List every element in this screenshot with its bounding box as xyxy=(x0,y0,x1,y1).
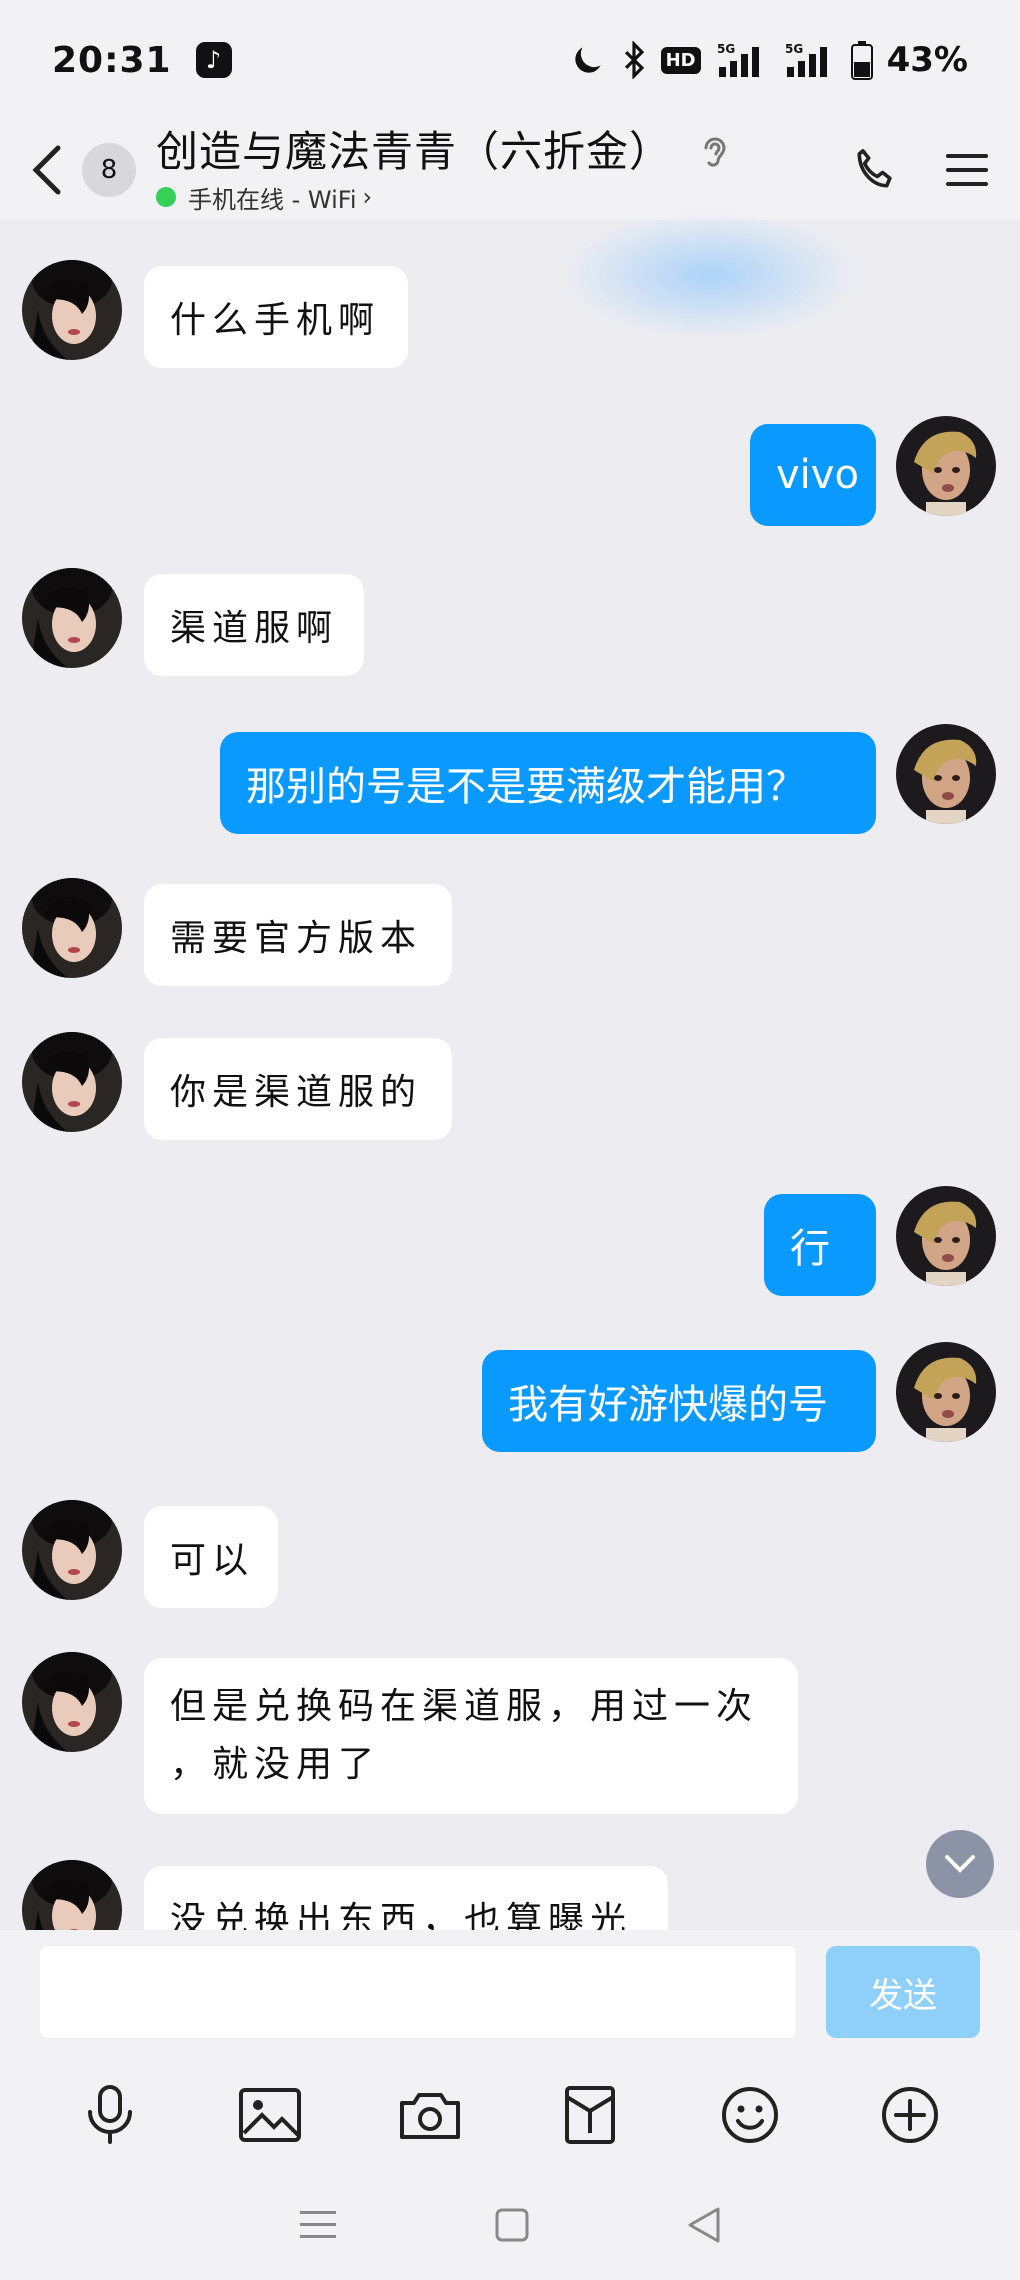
menu-icon[interactable] xyxy=(944,150,990,190)
camera-button[interactable] xyxy=(390,2075,470,2155)
bluetooth-icon xyxy=(624,41,644,79)
message-bubble[interactable]: 你是渠道服的 xyxy=(144,1038,452,1140)
message-text: 你是渠道服的 xyxy=(170,1072,423,1113)
contact-avatar[interactable] xyxy=(22,1032,122,1132)
contact-avatar[interactable] xyxy=(22,1652,122,1752)
message-bubble[interactable]: 什么手机啊 xyxy=(144,266,408,368)
status-bar: 20:31 ♪ HD 5G 5G 43% xyxy=(0,0,1020,120)
home-icon[interactable] xyxy=(494,2207,530,2243)
my-avatar[interactable] xyxy=(896,416,996,516)
battery-percent: 43% xyxy=(886,40,968,80)
camera-icon xyxy=(400,2093,460,2139)
message-bubble[interactable]: 但是兑换码在渠道服，用过一次 ，就没用了 xyxy=(144,1658,798,1814)
recents-icon[interactable] xyxy=(298,2208,338,2242)
back-icon xyxy=(32,145,61,195)
chat-title: 创造与魔法青青（六折金） xyxy=(156,126,673,176)
status-time: 20:31 xyxy=(52,39,172,81)
message-text: 没兑换出东西，也算曝光 xyxy=(170,1900,633,1930)
message-bubble[interactable]: 行 xyxy=(764,1194,876,1296)
image-button[interactable] xyxy=(230,2075,310,2155)
chat-header: 8 创造与魔法青青（六折金） 手机在线 - WiFi › xyxy=(0,120,1020,340)
voice-button[interactable] xyxy=(70,2075,150,2155)
contact-avatar[interactable] xyxy=(22,878,122,978)
message-text: 什么手机啊 xyxy=(170,300,381,341)
message-bubble[interactable]: 渠道服啊 xyxy=(144,574,364,676)
my-avatar[interactable] xyxy=(896,1186,996,1286)
online-indicator xyxy=(156,187,176,207)
message-bubble[interactable]: 可以 xyxy=(144,1506,278,1608)
ear-icon[interactable] xyxy=(700,132,730,172)
outgoing-message: vivo xyxy=(0,416,1020,526)
message-bubble[interactable]: 需要官方版本 xyxy=(144,884,452,986)
incoming-message: 什么手机啊 xyxy=(0,260,1020,368)
message-text: 需要官方版本 xyxy=(170,918,423,959)
hd-voice-badge: HD xyxy=(660,46,701,74)
message-input[interactable] xyxy=(40,1946,796,2038)
svg-text:5G: 5G xyxy=(785,42,803,56)
my-avatar[interactable] xyxy=(896,1342,996,1442)
mic-icon xyxy=(88,2085,132,2144)
system-navigation-bar xyxy=(0,2170,1020,2280)
back-nav-icon[interactable] xyxy=(686,2205,722,2245)
svg-text:5G: 5G xyxy=(717,42,735,56)
status-icons: HD 5G 5G 43% xyxy=(569,40,968,80)
send-button[interactable]: 发送 xyxy=(826,1946,980,2038)
message-bubble[interactable]: vivo xyxy=(750,424,876,526)
incoming-message: 但是兑换码在渠道服，用过一次 ，就没用了 xyxy=(0,1652,1020,1814)
chat-title-block[interactable]: 创造与魔法青青（六折金） 手机在线 - WiFi › xyxy=(156,126,730,215)
incoming-message: 可以 xyxy=(0,1500,1020,1608)
message-text: vivo xyxy=(776,452,859,498)
outgoing-message: 我有好游快爆的号 xyxy=(0,1342,1020,1452)
incoming-message: 需要官方版本 xyxy=(0,878,1020,986)
contact-avatar[interactable] xyxy=(22,260,122,360)
red-packet-icon xyxy=(565,2086,615,2144)
message-bubble[interactable]: 没兑换出东西，也算曝光 xyxy=(144,1866,668,1930)
incoming-message: 没兑换出东西，也算曝光 xyxy=(0,1860,1020,1930)
composer: 发送 xyxy=(0,1930,1020,2080)
my-avatar[interactable] xyxy=(896,724,996,824)
contact-avatar[interactable] xyxy=(22,1500,122,1600)
unread-count-badge[interactable]: 8 xyxy=(82,143,136,197)
image-icon xyxy=(239,2088,301,2142)
online-status-text: 手机在线 - WiFi xyxy=(188,185,357,214)
chevron-down-icon xyxy=(945,1855,975,1873)
message-text: 我有好游快爆的号 xyxy=(508,1382,828,1428)
red-packet-button[interactable] xyxy=(550,2075,630,2155)
more-button[interactable] xyxy=(870,2075,950,2155)
moon-icon xyxy=(574,47,601,73)
outgoing-message: 那别的号是不是要满级才能用？ xyxy=(0,724,1020,834)
message-text: 那别的号是不是要满级才能用？ xyxy=(246,764,806,810)
message-text: 可以 xyxy=(170,1540,255,1581)
emoji-button[interactable] xyxy=(710,2075,790,2155)
chevron-right-icon: › xyxy=(362,183,373,211)
message-list[interactable]: 什么手机啊 vivo 渠道服啊那别的号是不是要满级才能用？ 需要官方版本 你是渠道服的行… xyxy=(0,220,1020,1930)
composer-toolbar xyxy=(0,2060,1020,2170)
message-text: 行 xyxy=(790,1226,830,1272)
tiktok-icon: ♪ xyxy=(195,42,232,78)
message-bubble[interactable]: 那别的号是不是要满级才能用？ xyxy=(220,732,876,834)
outgoing-message: 行 xyxy=(0,1186,1020,1296)
battery-icon xyxy=(850,41,873,80)
message-text-line: ，就没用了 xyxy=(170,1744,381,1785)
signal-5g-icon: 5G xyxy=(785,42,827,77)
online-status-row[interactable]: 手机在线 - WiFi › xyxy=(156,180,730,215)
emoji-icon xyxy=(722,2087,778,2143)
message-text: 渠道服啊 xyxy=(170,608,339,649)
chat-screen: 20:31 ♪ HD 5G 5G 43% 8 创造与魔法青青（六折金） 手机在线… xyxy=(0,0,1020,2280)
header-actions xyxy=(848,143,990,197)
message-bubble[interactable]: 我有好游快爆的号 xyxy=(482,1350,876,1452)
signal-5g-icon: 5G xyxy=(717,42,759,77)
back-button[interactable] xyxy=(30,130,90,210)
message-text-line: 但是兑换码在渠道服，用过一次 xyxy=(170,1686,759,1727)
contact-avatar[interactable] xyxy=(22,1860,122,1930)
incoming-message: 渠道服啊 xyxy=(0,568,1020,676)
scroll-to-bottom-button[interactable] xyxy=(926,1830,994,1898)
contact-avatar[interactable] xyxy=(22,568,122,668)
incoming-message: 你是渠道服的 xyxy=(0,1032,1020,1140)
phone-icon[interactable] xyxy=(848,143,902,197)
plus-icon xyxy=(882,2087,938,2143)
